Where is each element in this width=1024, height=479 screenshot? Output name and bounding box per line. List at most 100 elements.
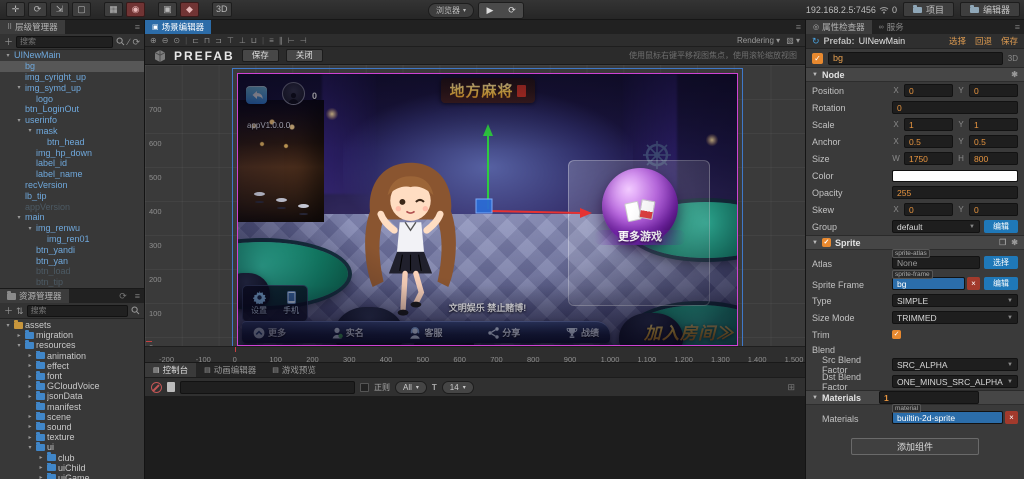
search-icon[interactable] (131, 306, 140, 315)
camera-dropdown[interactable]: ▧ ▾ (786, 36, 800, 45)
align-center-h-icon[interactable]: ⊓ (204, 36, 210, 45)
tab-game-preview[interactable]: ▤ 游戏预览 (264, 363, 324, 377)
hierarchy-node[interactable]: appVersion (0, 201, 144, 212)
panel-menu-icon[interactable]: ≡ (792, 22, 805, 32)
tab-scene-editor[interactable]: ▣场景编辑器 (145, 20, 211, 34)
tree-caret-icon[interactable]: ▾ (15, 342, 23, 349)
scale-tool-icon[interactable]: ⇲ (50, 2, 69, 17)
node-active-checkbox[interactable]: ✓ (812, 53, 823, 64)
play-button[interactable]: ▶ (479, 3, 501, 18)
assets-search-input[interactable] (27, 305, 128, 317)
hierarchy-node[interactable]: ▾ UINewMain (0, 50, 144, 61)
asset-item[interactable]: ▸ scene (0, 412, 144, 422)
prefab-save-button[interactable]: 保存 (1001, 35, 1018, 47)
node-section-header[interactable]: ▼ Node ✱ (806, 67, 1024, 82)
position-x-input[interactable]: 0 (904, 84, 953, 97)
rotate-tool-icon[interactable]: ⟳ (28, 2, 47, 17)
asset-item[interactable]: ▸ texture (0, 432, 144, 442)
asset-item[interactable]: ▸ sound (0, 422, 144, 432)
scale-y-input[interactable]: 1 (969, 118, 1018, 131)
distribute-v-icon[interactable]: ∥ (279, 36, 283, 45)
add-component-button[interactable]: 添加组件 (851, 438, 979, 455)
align-bottom-icon[interactable]: ⊔ (251, 36, 257, 45)
atlas-select-button[interactable]: 选择 (984, 256, 1018, 269)
regex-checkbox[interactable] (360, 383, 369, 392)
tree-caret-icon[interactable]: ▾ (4, 52, 12, 59)
hierarchy-node[interactable]: img_cyright_up (0, 72, 144, 83)
expand-h-icon[interactable]: ⊢ (288, 36, 295, 45)
gear-icon[interactable]: ✱ (1011, 70, 1018, 79)
prefab-select-button[interactable]: 选择 (949, 35, 966, 47)
tree-caret-icon[interactable]: ▸ (37, 454, 45, 461)
asset-item[interactable]: ▸ club (0, 452, 144, 462)
hierarchy-node[interactable]: btn_yandi (0, 244, 144, 255)
tree-caret-icon[interactable]: ▾ (15, 84, 23, 91)
prefab-save-button[interactable]: 保存 (242, 49, 279, 62)
asset-item[interactable]: ▸ uiGame (0, 473, 144, 479)
sprite-section-header[interactable]: ▼ ✓ Sprite ❐✱ (806, 235, 1024, 250)
tab-console[interactable]: ▤ 控制台 (145, 363, 196, 377)
hierarchy-node[interactable]: recVersion (0, 180, 144, 191)
hierarchy-node[interactable]: img_hp_down (0, 147, 144, 158)
hierarchy-node[interactable]: label_name (0, 169, 144, 180)
debug-icon[interactable]: ◆ (180, 2, 199, 17)
snapshot-icon[interactable]: ▦ (104, 2, 123, 17)
tree-caret-icon[interactable]: ▸ (26, 352, 34, 359)
clear-frame-button[interactable]: × (967, 277, 980, 290)
asset-item[interactable]: ▸ migration (0, 330, 144, 340)
hierarchy-node[interactable]: ▾ img_renwu (0, 223, 144, 234)
asset-item[interactable]: ▸ animation (0, 351, 144, 361)
rendering-dropdown[interactable]: Rendering ▾ (737, 36, 780, 45)
materials-section-header[interactable]: ▼ Materials 1 (806, 390, 1024, 405)
zoom-reset-icon[interactable]: ⊙ (173, 36, 180, 45)
add-node-button[interactable]: ＋ (4, 36, 13, 48)
move-tool-icon[interactable]: ✛ (6, 2, 25, 17)
tab-hierarchy[interactable]: ⠿层级管理器 (0, 20, 65, 34)
log-level-dropdown[interactable]: All▾ (395, 381, 427, 394)
size-mode-dropdown[interactable]: TRIMMED▼ (892, 311, 1018, 324)
panel-menu-icon[interactable]: ≡ (1011, 22, 1024, 32)
anchor-x-input[interactable]: 0.5 (904, 135, 953, 148)
preview-target-dropdown[interactable]: 浏览器▾ (428, 3, 474, 18)
hierarchy-node[interactable]: ▾ userinfo (0, 115, 144, 126)
refresh-button[interactable]: ⟳ (501, 3, 523, 18)
anchor-y-input[interactable]: 0.5 (969, 135, 1018, 148)
trim-checkbox[interactable]: ✓ (892, 330, 901, 339)
tree-caret-icon[interactable]: ▸ (37, 464, 45, 471)
scene-canvas[interactable]: 7006005004003002001000 (145, 65, 805, 346)
hierarchy-node[interactable]: btn_tip (0, 277, 144, 288)
align-top-icon[interactable]: ⊤ (227, 36, 234, 45)
hierarchy-node[interactable]: logo (0, 93, 144, 104)
console-filter-input[interactable] (180, 381, 355, 394)
distribute-h-icon[interactable]: ≡ (269, 36, 274, 45)
record-icon[interactable]: ◉ (126, 2, 145, 17)
hierarchy-node[interactable]: lb_tip (0, 190, 144, 201)
tree-caret-icon[interactable]: ▸ (15, 332, 23, 339)
asset-item[interactable]: ▸ GCloudVoice (0, 381, 144, 391)
search-icon[interactable] (116, 37, 125, 46)
align-left-icon[interactable]: ⊏ (192, 36, 199, 45)
node-name-input[interactable] (828, 52, 1003, 65)
mode-3d-badge[interactable]: 3D (1008, 54, 1018, 63)
font-size-dropdown[interactable]: 14▾ (442, 381, 474, 394)
clear-material-button[interactable]: × (1005, 411, 1018, 424)
expand-v-icon[interactable]: ⊣ (300, 36, 307, 45)
rect-tool-icon[interactable]: ▢ (72, 2, 91, 17)
materials-count-field[interactable]: 1 (879, 391, 979, 404)
separator[interactable]: | (185, 36, 187, 45)
gear-icon[interactable]: ✱ (1011, 238, 1018, 247)
src-blend-dropdown[interactable]: SRC_ALPHA▼ (892, 358, 1018, 371)
layout-icon[interactable]: ▣ (158, 2, 177, 17)
align-right-icon[interactable]: ⊐ (215, 36, 222, 45)
prefab-revert-button[interactable]: 回退 (975, 35, 992, 47)
refresh-icon[interactable]: ⟳ (132, 36, 140, 48)
size-h-input[interactable]: 800 (969, 152, 1018, 165)
tree-caret-icon[interactable]: ▸ (26, 393, 34, 400)
tree-caret-icon[interactable]: ▾ (15, 214, 23, 221)
tree-caret-icon[interactable]: ▾ (4, 322, 12, 329)
color-swatch[interactable] (892, 170, 1018, 182)
tree-caret-icon[interactable]: ▸ (26, 423, 34, 430)
tab-animation-editor[interactable]: ▤ 动画编辑器 (196, 363, 264, 377)
panel-menu-icon[interactable]: ≡ (131, 22, 144, 32)
open-editor-button[interactable]: 编辑器 (960, 2, 1020, 17)
